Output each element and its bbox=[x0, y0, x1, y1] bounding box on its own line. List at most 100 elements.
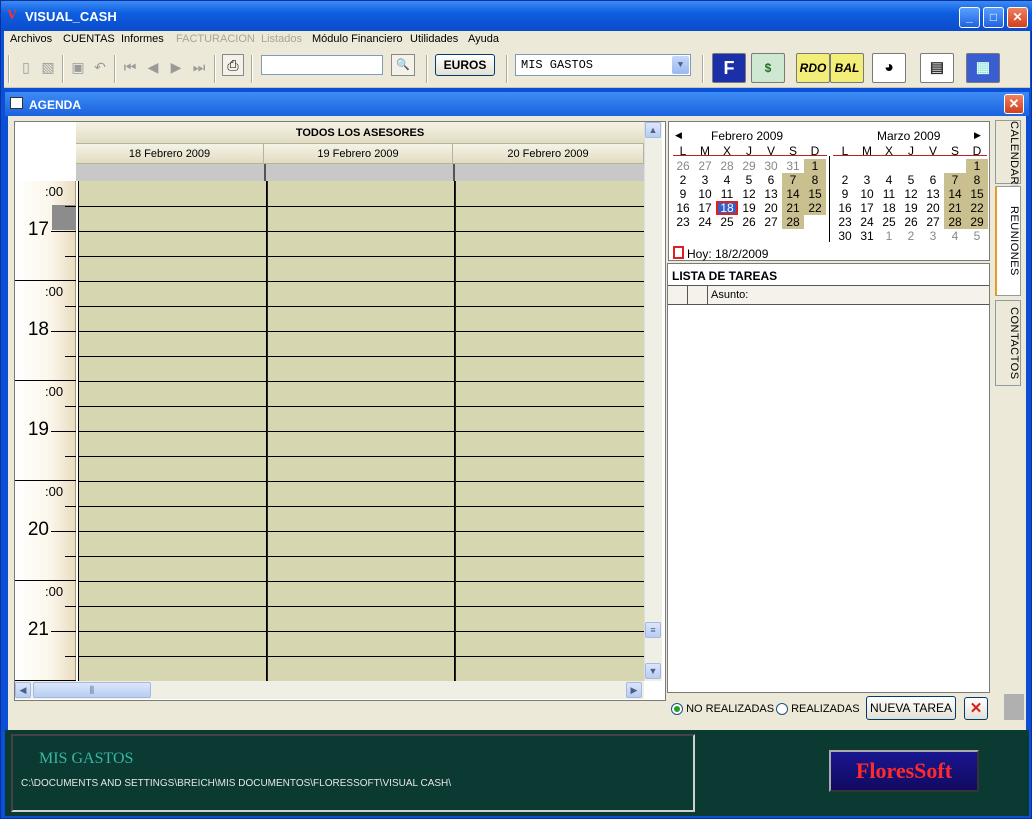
calendar-day[interactable]: 1 bbox=[804, 159, 826, 173]
calendar-day[interactable]: 4 bbox=[944, 229, 966, 243]
calendar-day[interactable]: 23 bbox=[672, 215, 694, 229]
tab-reuniones[interactable]: REUNIONES bbox=[995, 186, 1021, 296]
tab-contactos[interactable]: CONTACTOS bbox=[995, 300, 1021, 386]
pie-chart-icon[interactable]: ◕ bbox=[872, 53, 906, 83]
scroll-down-icon[interactable]: ▼ bbox=[645, 663, 661, 679]
calendar-day[interactable]: 11 bbox=[878, 187, 900, 201]
calendar-day[interactable]: 22 bbox=[966, 201, 988, 215]
calendar-day[interactable]: 2 bbox=[900, 229, 922, 243]
search-input[interactable] bbox=[261, 55, 383, 75]
euros-button[interactable]: EUROS bbox=[435, 54, 495, 76]
calendar-day[interactable]: 3 bbox=[922, 229, 944, 243]
calendar-day[interactable]: 3 bbox=[856, 173, 878, 187]
allday-strip[interactable] bbox=[76, 164, 266, 181]
calendar-day[interactable]: 11 bbox=[716, 187, 738, 201]
calendar-day[interactable]: 2 bbox=[834, 173, 856, 187]
horizontal-scrollbar[interactable]: ◀ ⫼ ▶ bbox=[15, 681, 644, 699]
time-grid[interactable] bbox=[78, 181, 644, 681]
allday-strip[interactable] bbox=[455, 164, 644, 181]
minimize-button[interactable]: _ bbox=[959, 7, 980, 28]
menu-modulo-financiero[interactable]: Módulo Financiero bbox=[312, 33, 403, 45]
calendar-day[interactable]: 14 bbox=[782, 187, 804, 201]
calendar-day[interactable]: 5 bbox=[738, 173, 760, 187]
today-label[interactable]: Hoy: 18/2/2009 bbox=[687, 247, 768, 261]
scroll-right-icon[interactable]: ▶ bbox=[626, 682, 642, 698]
calendar-day[interactable]: 17 bbox=[694, 201, 716, 215]
scroll-left-icon[interactable]: ◀ bbox=[15, 682, 31, 698]
calendar-day[interactable]: 8 bbox=[804, 173, 826, 187]
calendar-day[interactable]: 30 bbox=[760, 159, 782, 173]
calendar-day[interactable]: 5 bbox=[900, 173, 922, 187]
day-column[interactable] bbox=[78, 181, 268, 681]
calendar-day[interactable]: 20 bbox=[922, 201, 944, 215]
calendar-day[interactable]: 26 bbox=[900, 215, 922, 229]
calendar-day[interactable]: 17 bbox=[856, 201, 878, 215]
hscroll-thumb[interactable]: ⫼ bbox=[33, 682, 151, 698]
new-icon[interactable]: ▯ bbox=[16, 57, 36, 77]
vertical-scrollbar[interactable]: ▲ ≡ ▼ bbox=[644, 122, 662, 681]
scroll-up-icon[interactable]: ▲ bbox=[645, 122, 661, 138]
calendar-day[interactable]: 15 bbox=[966, 187, 988, 201]
calendar-day[interactable]: 28 bbox=[944, 215, 966, 229]
menu-archivos[interactable]: Archivos bbox=[10, 33, 52, 45]
calendar-day[interactable]: 9 bbox=[672, 187, 694, 201]
calendar-day[interactable]: 26 bbox=[738, 215, 760, 229]
close-button[interactable]: ✕ bbox=[1007, 7, 1028, 28]
calendar-day[interactable]: 1 bbox=[966, 159, 988, 173]
last-record-icon[interactable]: ⏭ bbox=[189, 57, 209, 77]
account-select[interactable]: MIS GASTOS ▼ bbox=[515, 54, 691, 76]
filter-done[interactable]: REALIZADAS bbox=[776, 703, 860, 716]
calendar-day[interactable]: 13 bbox=[922, 187, 944, 201]
menu-ayuda[interactable]: Ayuda bbox=[468, 33, 499, 45]
scroll-thumb[interactable]: ≡ bbox=[645, 622, 661, 638]
day-header[interactable]: 18 Febrero 2009 bbox=[76, 144, 264, 164]
allday-strip[interactable] bbox=[266, 164, 455, 181]
calendar-day[interactable]: 23 bbox=[834, 215, 856, 229]
prev-month-icon[interactable]: ◀ bbox=[675, 130, 682, 141]
calendar-day[interactable]: 30 bbox=[834, 229, 856, 243]
calendar-day[interactable]: 7 bbox=[782, 173, 804, 187]
calendar-day[interactable]: 21 bbox=[782, 201, 804, 215]
calendar-day[interactable]: 26 bbox=[672, 159, 694, 173]
calendar-day[interactable]: 4 bbox=[716, 173, 738, 187]
menu-informes[interactable]: Informes bbox=[121, 33, 164, 45]
task-col-subject[interactable]: Asunto: bbox=[711, 289, 748, 301]
calendar-day[interactable]: 12 bbox=[738, 187, 760, 201]
filter-pending[interactable]: NO REALIZADAS bbox=[671, 703, 774, 716]
calculator-icon[interactable]: ▦ bbox=[966, 53, 1000, 83]
money-icon[interactable]: $ bbox=[751, 53, 785, 83]
undo-icon[interactable]: ↶ bbox=[90, 57, 110, 77]
calendar-day[interactable]: 7 bbox=[944, 173, 966, 187]
calendar-day-today[interactable]: 18 bbox=[716, 201, 738, 215]
chevron-down-icon[interactable]: ▼ bbox=[672, 56, 689, 74]
day-header[interactable]: 19 Febrero 2009 bbox=[264, 144, 453, 164]
task-col-check[interactable] bbox=[668, 286, 688, 304]
agenda-close-button[interactable]: ✕ bbox=[1004, 94, 1024, 114]
calendar-day[interactable]: 24 bbox=[694, 215, 716, 229]
title-bar[interactable]: V VISUAL_CASH _ □ ✕ bbox=[1, 1, 1032, 31]
calendar-day[interactable]: 4 bbox=[878, 173, 900, 187]
calendar-day[interactable]: 14 bbox=[944, 187, 966, 201]
day-column[interactable] bbox=[454, 181, 644, 681]
calendar-day[interactable]: 16 bbox=[672, 201, 694, 215]
calendar-day[interactable]: 19 bbox=[738, 201, 760, 215]
tab-calendario[interactable]: CALENDARIO bbox=[995, 120, 1021, 198]
calendar-day[interactable]: 22 bbox=[804, 201, 826, 215]
calendar-day[interactable]: 1 bbox=[878, 229, 900, 243]
calendar-day[interactable]: 8 bbox=[966, 173, 988, 187]
calendar-day[interactable]: 31 bbox=[782, 159, 804, 173]
find-icon[interactable]: 🔍 bbox=[391, 54, 415, 76]
f-module-button[interactable]: F bbox=[712, 53, 746, 83]
calendar-day[interactable]: 16 bbox=[834, 201, 856, 215]
prev-record-icon[interactable]: ◀ bbox=[143, 57, 163, 77]
first-record-icon[interactable]: ⏮ bbox=[120, 57, 140, 77]
calendar-day[interactable]: 19 bbox=[900, 201, 922, 215]
calendar-day[interactable]: 25 bbox=[878, 215, 900, 229]
next-record-icon[interactable]: ▶ bbox=[166, 57, 186, 77]
calendar-day[interactable]: 25 bbox=[716, 215, 738, 229]
next-month-icon[interactable]: ▶ bbox=[974, 130, 981, 141]
bal-button[interactable]: BAL bbox=[830, 53, 864, 83]
calendar-day[interactable]: 28 bbox=[716, 159, 738, 173]
calendar-day[interactable]: 15 bbox=[804, 187, 826, 201]
calendar-day[interactable]: 12 bbox=[900, 187, 922, 201]
